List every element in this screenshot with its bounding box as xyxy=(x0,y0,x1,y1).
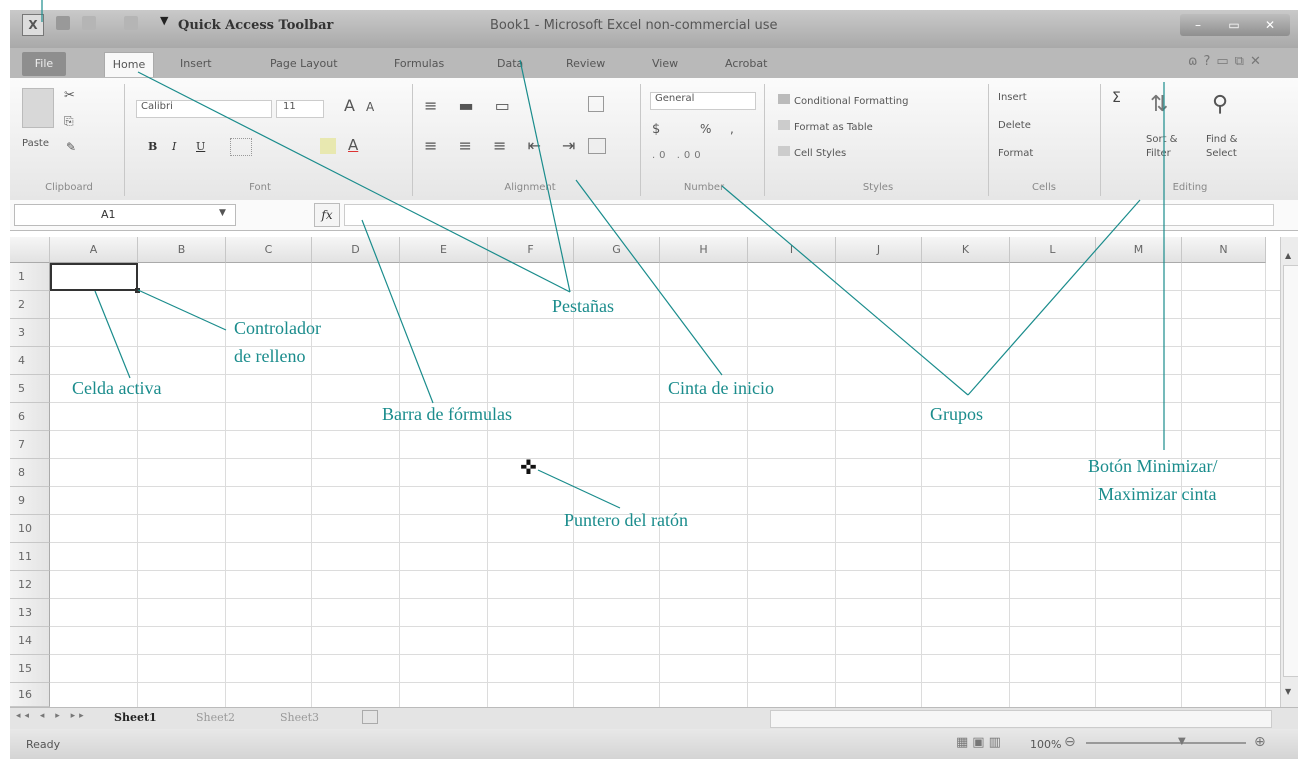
annotation-minimize-1: Botón Minimizar/ xyxy=(1088,456,1218,476)
callout-line-pointer xyxy=(537,469,621,509)
annotation-groups: Grupos xyxy=(930,404,983,424)
callout-line-active-cell xyxy=(94,290,131,379)
annotation-ribbon: Cinta de inicio xyxy=(668,378,774,398)
callout-line-groups-number xyxy=(721,185,969,396)
annotation-active-cell: Celda activa xyxy=(72,378,162,398)
annotation-mouse-pointer: Puntero del ratón xyxy=(564,510,688,530)
callout-line-ribbon xyxy=(575,179,723,376)
annotation-minimize-2: Maximizar cinta xyxy=(1098,484,1217,504)
callout-line-groups-editing xyxy=(967,199,1141,396)
callout-line-tabs-data xyxy=(519,59,571,293)
annotation-formula-bar: Barra de fórmulas xyxy=(382,404,512,424)
annotation-tabs: Pestañas xyxy=(552,296,614,316)
callout-line-tabs-home xyxy=(137,71,571,293)
callout-line-formula-bar xyxy=(361,219,434,404)
callout-line-fill-handle xyxy=(137,289,227,331)
annotation-fill-handle-2: de relleno xyxy=(234,346,306,366)
annotation-fill-handle-1: Controlador xyxy=(234,318,321,338)
callout-lines xyxy=(41,0,1165,509)
